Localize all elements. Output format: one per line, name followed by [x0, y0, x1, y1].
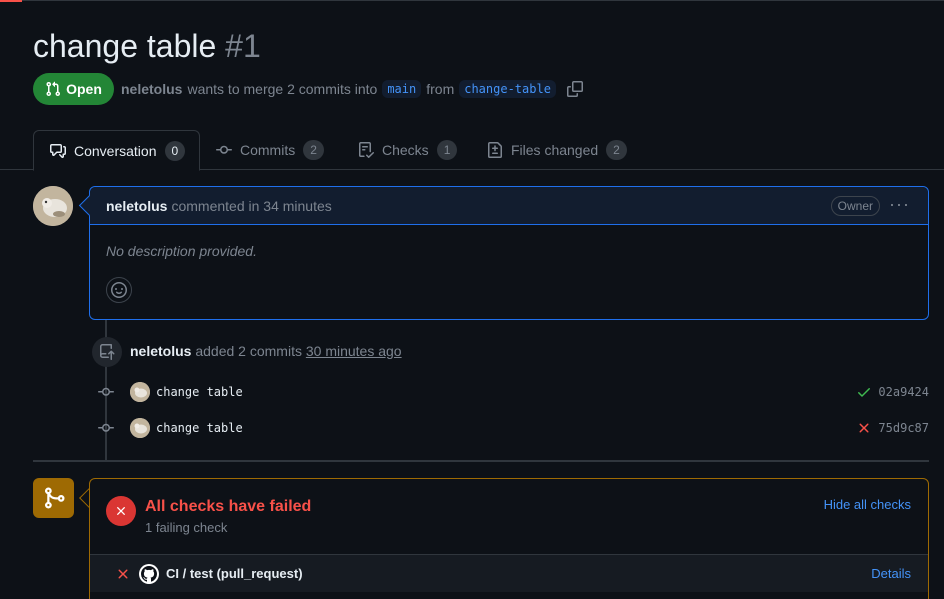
- tab-checks-label: Checks: [382, 142, 429, 158]
- commit-event: neletolus added 2 commits 30 minutes ago: [130, 343, 402, 359]
- pr-from-text: from: [426, 81, 455, 97]
- commit-row: change table 75d9c87: [97, 417, 929, 439]
- check-name: CI / test (pull_request): [166, 566, 303, 581]
- file-diff-icon: [487, 142, 503, 158]
- commit-status-sha: 02a9424: [856, 384, 929, 400]
- commit-message[interactable]: change table: [156, 421, 243, 435]
- tab-commits-count: 2: [303, 140, 324, 160]
- tab-checks-count: 1: [436, 140, 458, 160]
- tab-files-changed-label: Files changed: [511, 142, 599, 158]
- check-icon[interactable]: [856, 384, 872, 400]
- owner-badge: Owner: [830, 196, 880, 216]
- pr-state-label: Open: [66, 81, 102, 97]
- x-circle-icon: [106, 496, 136, 526]
- base-branch[interactable]: main: [382, 80, 422, 98]
- commit-row: change table 02a9424: [97, 381, 929, 403]
- pr-title: change table #1: [33, 28, 261, 65]
- hide-all-checks-button[interactable]: Hide all checks: [824, 497, 911, 512]
- check-details-link[interactable]: Details: [871, 566, 911, 581]
- github-logo-icon: [139, 563, 159, 584]
- git-commit-icon: [97, 420, 115, 436]
- pr-merge-text: wants to merge 2 commits into: [187, 81, 378, 97]
- git-pull-request-icon: [45, 81, 61, 97]
- tab-files-changed-count: 2: [606, 140, 627, 160]
- comment-body: No description provided.: [106, 243, 257, 259]
- progress-accent: [0, 0, 22, 2]
- comment-discussion-icon: [50, 143, 66, 159]
- pr-number: #1: [225, 28, 261, 64]
- smiley-icon: [111, 282, 127, 298]
- git-merge-icon: [33, 478, 74, 518]
- commit-sha[interactable]: 02a9424: [878, 385, 929, 399]
- comment-author[interactable]: neletolus: [106, 198, 167, 214]
- checks-title: All checks have failed: [145, 498, 312, 515]
- tab-commits-label: Commits: [240, 142, 296, 158]
- check-row: CI / test (pull_request) Details: [90, 554, 928, 592]
- comment-header: neletolus commented in 34 minutes Owner …: [90, 187, 928, 225]
- tab-commits[interactable]: Commits 2: [200, 130, 340, 170]
- copy-icon[interactable]: [566, 81, 583, 97]
- comment-action[interactable]: commented in 34 minutes: [171, 198, 331, 214]
- pr-meta: neletolus wants to merge 2 commits into …: [121, 80, 583, 98]
- pr-tabs: Conversation 0 Commits 2 Checks 1 Files …: [0, 130, 944, 171]
- commit-message[interactable]: change table: [156, 385, 243, 399]
- commit-event-author[interactable]: neletolus: [130, 343, 191, 359]
- tab-conversation-count: 0: [164, 140, 186, 161]
- add-reaction-button[interactable]: [106, 277, 132, 303]
- checks-box: All checks have failed 1 failing check H…: [89, 478, 929, 599]
- pr-title-text: change table: [33, 28, 217, 64]
- git-commit-icon: [216, 142, 232, 158]
- timeline-divider: [33, 460, 929, 462]
- head-branch[interactable]: change-table: [459, 80, 556, 98]
- x-icon[interactable]: [856, 420, 872, 436]
- x-icon: [115, 566, 131, 582]
- kebab-menu-icon[interactable]: ···: [889, 195, 910, 213]
- avatar[interactable]: [130, 418, 150, 438]
- checks-subtitle: 1 failing check: [145, 520, 228, 535]
- git-commit-icon: [97, 384, 115, 400]
- pr-state-badge: Open: [33, 73, 114, 105]
- commit-event-time[interactable]: 30 minutes ago: [306, 343, 402, 359]
- avatar[interactable]: [33, 186, 73, 226]
- commit-event-action: added 2 commits: [195, 343, 302, 359]
- checklist-icon: [358, 142, 374, 158]
- tab-conversation[interactable]: Conversation 0: [33, 130, 200, 171]
- commit-sha[interactable]: 75d9c87: [878, 421, 929, 435]
- tab-conversation-label: Conversation: [74, 142, 157, 159]
- pr-author-link[interactable]: neletolus: [121, 81, 182, 97]
- comment-box: neletolus commented in 34 minutes Owner …: [89, 186, 929, 320]
- avatar[interactable]: [130, 382, 150, 402]
- repo-push-icon: [92, 337, 122, 367]
- tab-files-changed[interactable]: Files changed 2: [471, 130, 643, 170]
- top-border: [0, 0, 944, 1]
- tab-checks[interactable]: Checks 1: [342, 130, 473, 170]
- commit-status-sha: 75d9c87: [856, 420, 929, 436]
